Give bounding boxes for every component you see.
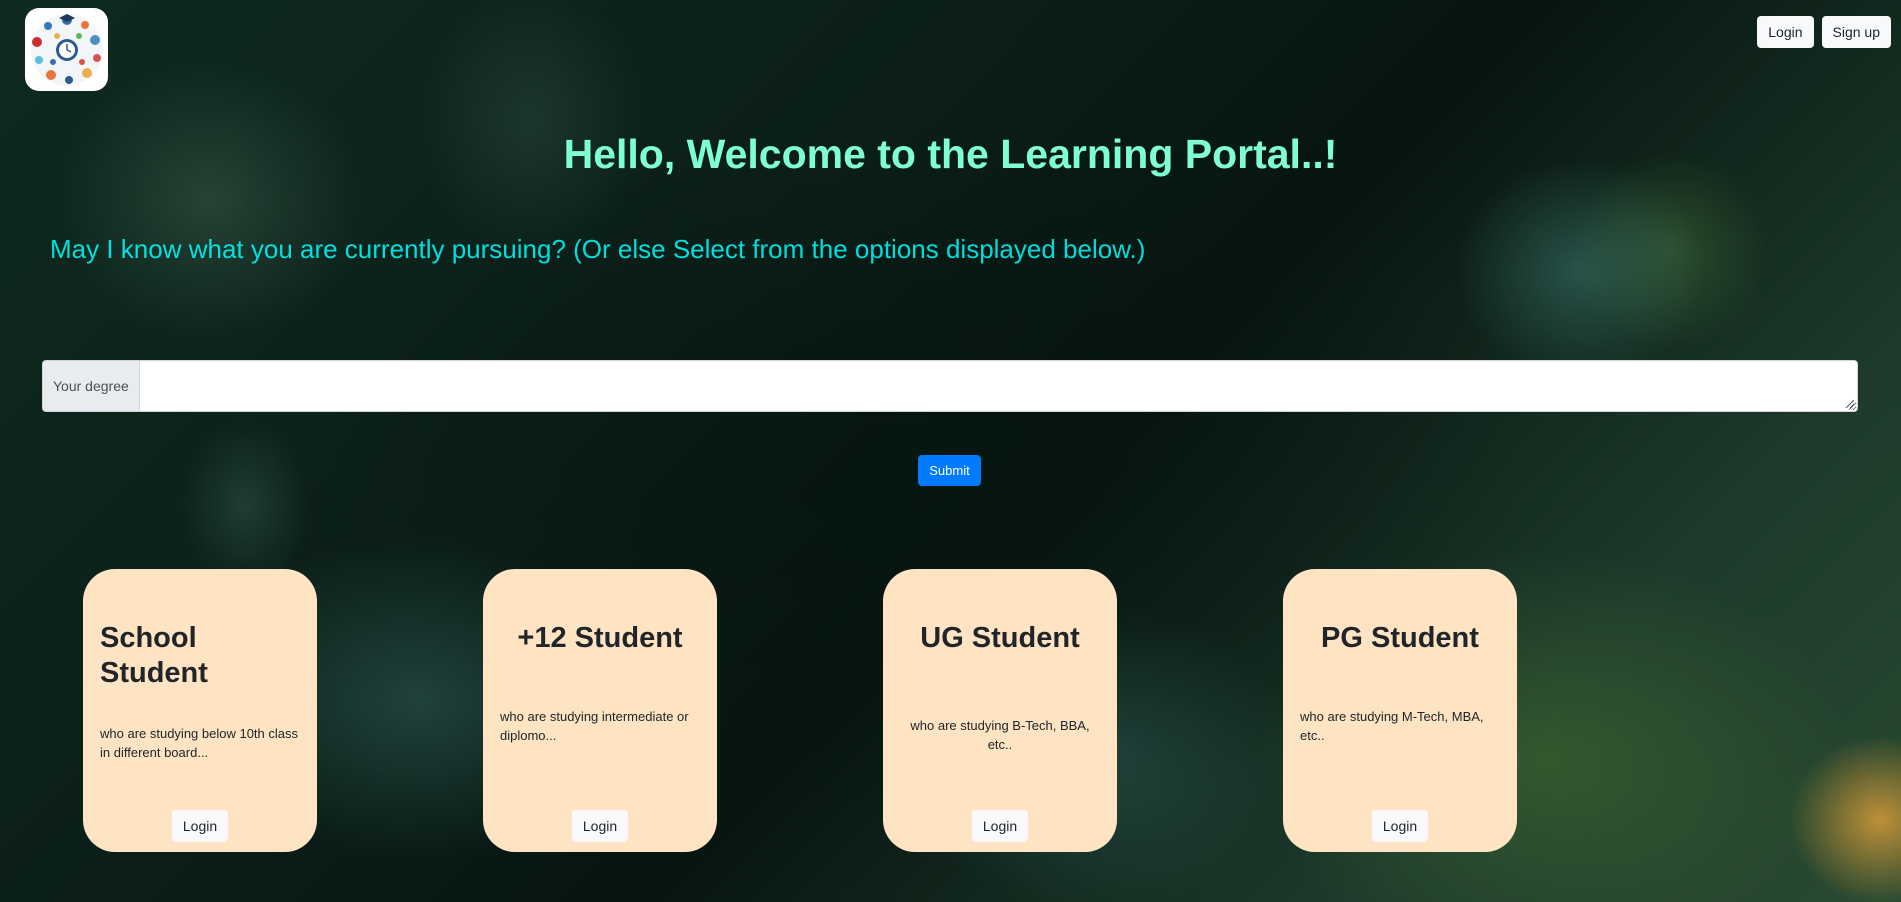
card-school-student: School Student who are studying below 10… <box>83 569 317 852</box>
pg-student-login-button[interactable]: Login <box>1371 810 1429 842</box>
card-description: who are studying below 10th class in dif… <box>100 726 299 760</box>
card-description: who are studying B-Tech, BBA, etc.. <box>910 718 1090 752</box>
page-subtitle: May I know what you are currently pursui… <box>50 234 1146 264</box>
page-title: Hello, Welcome to the Learning Portal..! <box>563 131 1338 177</box>
school-student-login-button[interactable]: Login <box>171 810 229 842</box>
auth-buttons: Login Sign up <box>1757 16 1891 48</box>
logo[interactable] <box>25 8 108 91</box>
plus12-student-login-button[interactable]: Login <box>571 810 629 842</box>
card-ug-student: UG Student who are studying B-Tech, BBA,… <box>883 569 1117 852</box>
card-description: who are studying M-Tech, MBA, etc.. <box>1300 709 1484 743</box>
degree-input[interactable] <box>139 361 1857 411</box>
login-button[interactable]: Login <box>1757 16 1814 48</box>
ug-student-login-button[interactable]: Login <box>971 810 1029 842</box>
card-title: PG Student <box>1321 622 1479 654</box>
degree-input-group: Your degree <box>42 360 1858 412</box>
submit-button[interactable]: Submit <box>918 455 981 486</box>
card-title: School Student <box>100 622 208 689</box>
education-collage-logo-icon <box>30 13 103 86</box>
resize-handle-icon[interactable] <box>1844 398 1854 408</box>
card-title: +12 Student <box>517 622 683 654</box>
card-title: UG Student <box>920 622 1080 654</box>
card-description: who are studying intermediate or diplomo… <box>500 709 689 743</box>
card-pg-student: PG Student who are studying M-Tech, MBA,… <box>1283 569 1517 852</box>
card-plus12-student: +12 Student who are studying intermediat… <box>483 569 717 852</box>
signup-button[interactable]: Sign up <box>1821 16 1891 48</box>
degree-label: Your degree <box>43 361 140 411</box>
